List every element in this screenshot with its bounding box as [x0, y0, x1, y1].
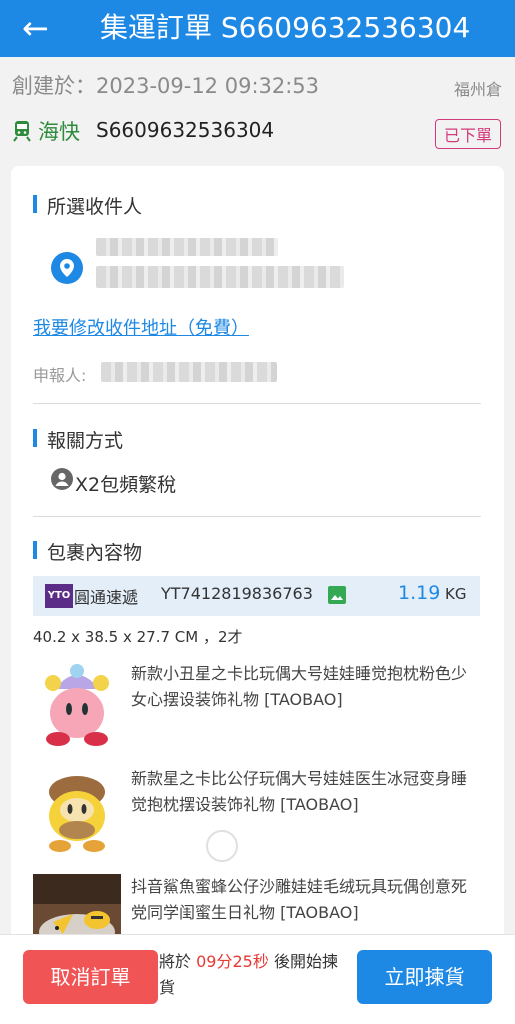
- divider: [33, 403, 481, 404]
- product-name: 新款星之卡比公仔玩偶大号娃娃医生冰冠变身睡觉抱枕摆设装饰礼物 [TAOBAO]: [131, 769, 468, 814]
- pick-countdown: 將於 09分25秒 後開始揀貨: [159, 949, 349, 1001]
- customs-section-title: 報關方式: [33, 426, 123, 453]
- list-item[interactable]: 新款星之卡比公仔玩偶大号娃娃医生冰冠变身睡觉抱枕摆设装饰礼物 [TAOBAO]: [33, 766, 480, 856]
- pick-now-button[interactable]: 立即揀貨: [357, 950, 492, 1004]
- cancel-order-button[interactable]: 取消訂單: [23, 950, 158, 1004]
- warehouse-label: 福州倉: [453, 80, 502, 99]
- created-time: 2023-09-12 09:32:53: [96, 74, 320, 98]
- product-name: 新款小丑星之卡比玩偶大号娃娃睡觉抱枕粉色少女心摆设装饰礼物 [TAOBAO]: [131, 664, 468, 709]
- countdown-prefix: 將於: [159, 952, 192, 971]
- divider: [33, 516, 481, 517]
- product-name: 抖音鯊魚蜜蜂公仔沙雕娃娃毛绒玩具玩偶创意死党同学闺蜜生日礼物 [TAOBAO]: [131, 877, 468, 922]
- countdown-time: 09分25秒: [196, 952, 269, 971]
- user-circle-icon: [51, 468, 73, 490]
- location-pin-icon: [51, 252, 83, 284]
- package-dimensions: 40.2 x 38.5 x 27.7 CM ，2才: [33, 628, 243, 646]
- package-section-title: 包裹內容物: [33, 538, 142, 565]
- train-icon: [13, 121, 31, 142]
- courier-logo: YTO: [45, 584, 73, 608]
- package-header[interactable]: YTO 圓通速遞 YT7412819836763 1.19 KG: [33, 576, 480, 616]
- image-icon[interactable]: [328, 586, 346, 604]
- courier-name: 圓通速遞: [74, 588, 139, 607]
- customs-method: X2包頻繁稅: [75, 474, 177, 496]
- arrow-left-icon[interactable]: ←: [22, 8, 62, 48]
- order-number: S6609632536304: [96, 118, 275, 142]
- status-badge: 已下單: [434, 119, 501, 149]
- edit-address-link[interactable]: 我要修改收件地址（免費）: [33, 314, 249, 340]
- shipping-method: 海快: [38, 120, 80, 144]
- declarant-redacted: [101, 362, 277, 382]
- bottom-action-bar: 取消訂單 將於 09分25秒 後開始揀貨 立即揀貨: [0, 934, 515, 1024]
- recipient-name-redacted: [96, 238, 278, 256]
- product-thumbnail: [33, 661, 121, 749]
- shipping-row: 海快 S6609632536304 已下單: [12, 114, 507, 150]
- package-weight: 1.19: [398, 582, 441, 604]
- loading-spinner: [206, 830, 238, 862]
- product-thumbnail: [33, 766, 121, 854]
- weight-unit: KG: [445, 585, 467, 603]
- created-at: 創建於：2023-09-12 09:32:53: [12, 70, 319, 100]
- recipient-address-redacted: [96, 266, 344, 288]
- page-title: 集運訂單 S6609632536304: [100, 11, 471, 44]
- tracking-number[interactable]: YT7412819836763: [161, 584, 313, 603]
- created-label: 創建於：: [12, 74, 96, 98]
- declarant-label: 申報人:: [33, 366, 87, 385]
- list-item[interactable]: 新款小丑星之卡比玩偶大号娃娃睡觉抱枕粉色少女心摆设装饰礼物 [TAOBAO]: [33, 661, 480, 751]
- app-bar: ← 集運訂單 S6609632536304: [0, 0, 515, 57]
- order-detail-card: 所選收件人 我要修改收件地址（免費） 申報人: 報關方式 X2包頻繁稅 包裹內容…: [11, 166, 504, 966]
- recipient-section-title: 所選收件人: [33, 192, 142, 219]
